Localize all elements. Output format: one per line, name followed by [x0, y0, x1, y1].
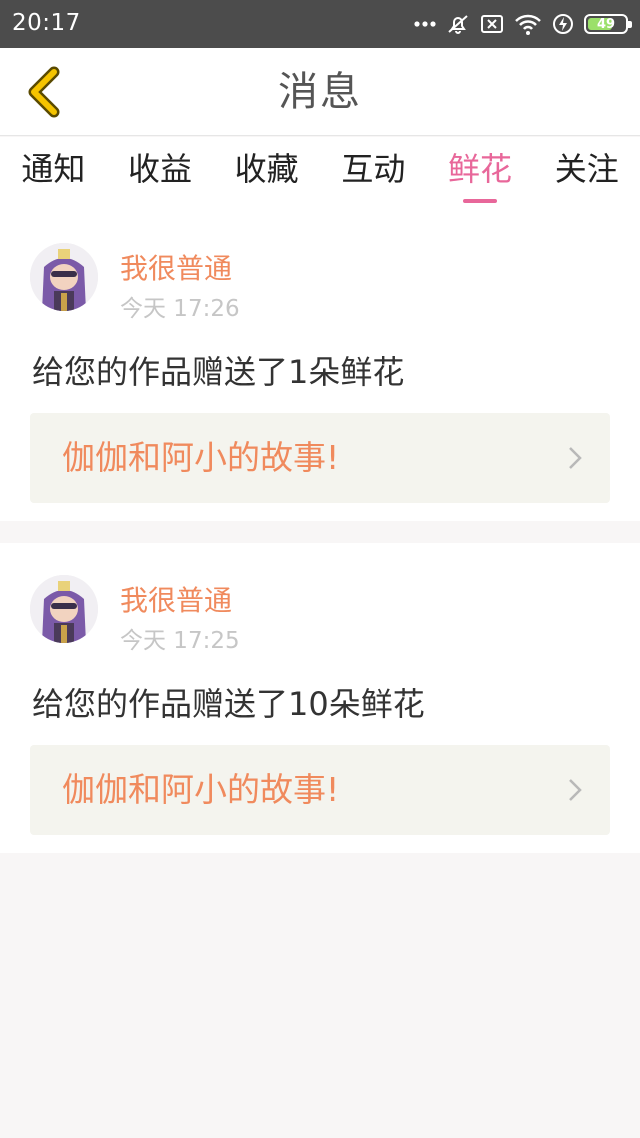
work-link[interactable]: 伽伽和阿小的故事!	[30, 745, 610, 835]
wifi-icon	[515, 14, 541, 35]
timestamp: 今天 17:25	[120, 628, 240, 654]
work-title: 伽伽和阿小的故事!	[62, 770, 340, 809]
nav-bar: 消息	[0, 48, 640, 136]
no-sim-icon	[481, 15, 503, 33]
chevron-right-icon	[569, 447, 582, 469]
tab-favorites[interactable]: 收藏	[213, 137, 320, 211]
message-text: 给您的作品赠送了1朵鲜花	[32, 353, 405, 391]
tab-notice[interactable]: 通知	[0, 137, 107, 211]
status-bar: 20:17 49	[0, 0, 640, 48]
work-title: 伽伽和阿小的故事!	[62, 438, 340, 477]
tab-label: 关注	[554, 150, 619, 188]
flower-message-list: 我很普通 今天 17:26 给您的作品赠送了1朵鲜花 伽伽和阿小的故事! 我很普…	[0, 211, 640, 853]
tab-bar: 通知 收益 收藏 互动 鲜花 关注	[0, 137, 640, 211]
more-dots-icon	[414, 21, 436, 27]
muted-bell-icon	[448, 15, 468, 34]
tab-follow[interactable]: 关注	[533, 137, 640, 211]
battery-level: 49	[596, 16, 616, 32]
avatar[interactable]	[30, 575, 98, 643]
username[interactable]: 我很普通	[120, 579, 232, 619]
tab-label: 收藏	[234, 150, 299, 188]
status-icons: 49	[414, 12, 632, 36]
list-item: 我很普通 今天 17:25 给您的作品赠送了10朵鲜花 伽伽和阿小的故事!	[0, 543, 640, 853]
tab-label: 通知	[21, 150, 86, 188]
tab-interaction[interactable]: 互动	[320, 137, 427, 211]
tab-label: 互动	[341, 150, 406, 188]
tab-label: 收益	[128, 150, 193, 188]
message-text: 给您的作品赠送了10朵鲜花	[32, 685, 425, 723]
active-tab-indicator	[463, 199, 498, 203]
username[interactable]: 我很普通	[120, 247, 232, 287]
list-item: 我很普通 今天 17:26 给您的作品赠送了1朵鲜花 伽伽和阿小的故事!	[0, 211, 640, 521]
battery-icon: 49	[584, 14, 632, 34]
status-time: 20:17	[12, 10, 81, 36]
tab-earnings[interactable]: 收益	[107, 137, 214, 211]
tab-flowers[interactable]: 鲜花	[427, 137, 534, 211]
avatar[interactable]	[30, 243, 98, 311]
charging-icon	[553, 14, 573, 34]
timestamp: 今天 17:26	[120, 296, 240, 322]
work-link[interactable]: 伽伽和阿小的故事!	[30, 413, 610, 503]
chevron-right-icon	[569, 779, 582, 801]
tab-label: 鲜花	[448, 150, 513, 188]
avatar-image	[30, 575, 98, 643]
avatar-image	[30, 243, 98, 311]
page-title: 消息	[278, 69, 362, 115]
